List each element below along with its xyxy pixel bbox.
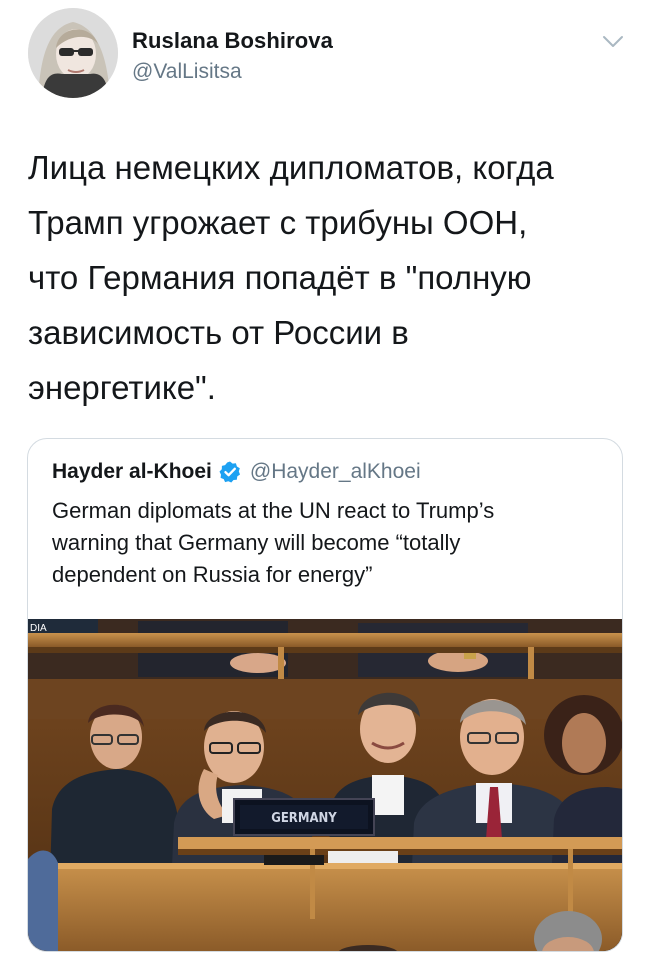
photo-corner-label: DIA	[30, 623, 47, 634]
quoted-line: German diplomats at the UN react to Trum…	[52, 498, 495, 523]
chevron-down-icon[interactable]	[602, 34, 624, 50]
quoted-line: dependent on Russia for energy”	[52, 562, 373, 587]
quoted-author: Hayder al-Khoei @Hayder_alKhoei	[52, 457, 421, 487]
tweet-line: Трамп угрожает с трибуны ООН,	[28, 204, 528, 241]
quoted-tweet[interactable]: Hayder al-Khoei @Hayder_alKhoei German d…	[27, 438, 623, 952]
quoted-tweet-text: German diplomats at the UN react to Trum…	[52, 495, 612, 591]
tweet-line: что Германия попадёт в "полную	[28, 259, 532, 296]
tweet-line: зависимость от России в	[28, 314, 409, 351]
author-handle[interactable]: @ValLisitsa	[132, 60, 242, 84]
quoted-author-handle[interactable]: @Hayder_alKhoei	[250, 460, 421, 484]
tweet-line: Лица немецких дипломатов, когда	[28, 149, 554, 186]
placard-label: GERMANY	[271, 811, 337, 826]
avatar[interactable]	[28, 8, 118, 98]
author-name[interactable]: Ruslana Boshirova	[132, 28, 333, 54]
tweet-text: Лица немецких дипломатов, когда Трамп уг…	[28, 140, 628, 415]
quoted-line: warning that Germany will become “totall…	[52, 530, 461, 555]
quoted-tweet-photo[interactable]: DIA GERMANY	[28, 619, 622, 951]
tweet-header: Ruslana Boshirova @ValLisitsa	[28, 8, 628, 104]
quoted-author-name[interactable]: Hayder al-Khoei	[52, 460, 212, 484]
verified-badge-icon	[219, 461, 240, 483]
tweet-line: энергетике".	[28, 369, 216, 406]
